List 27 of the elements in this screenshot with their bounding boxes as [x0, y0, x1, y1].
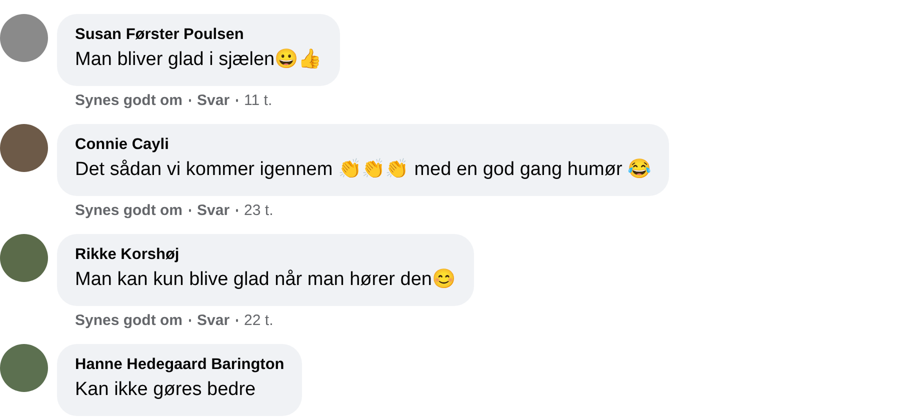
like-link[interactable]: Synes godt om: [75, 92, 183, 109]
comment-text: Man bliver glad i sjælen😀👍: [75, 48, 322, 72]
avatar[interactable]: [0, 124, 48, 172]
comment-time: 11 t.: [244, 92, 272, 109]
comment-time: 22 t.: [244, 312, 274, 329]
comment-text: Det sådan vi kommer igennem 👏👏👏 med en god gang humør 😂: [75, 157, 652, 182]
separator-dot-icon: [188, 319, 192, 322]
separator-dot-icon: [236, 209, 238, 212]
separator-dot-icon: [188, 209, 192, 212]
reply-link[interactable]: Svar: [197, 312, 230, 329]
comment-author[interactable]: Rikke Korshøj: [75, 244, 456, 266]
comment-author[interactable]: Hanne Hedegaard Barington: [75, 354, 284, 376]
separator-dot-icon: [188, 99, 192, 102]
like-link[interactable]: Synes godt om: [75, 202, 183, 219]
comment-text: Man kan kun blive glad når man hører den😊: [75, 268, 456, 292]
comment-text: Kan ikke gøres bedre: [75, 378, 257, 402]
avatar[interactable]: [0, 234, 48, 282]
like-link[interactable]: Synes godt om: [75, 312, 183, 329]
reply-link[interactable]: Svar: [197, 202, 230, 219]
separator-dot-icon: [236, 319, 238, 322]
separator-dot-icon: [236, 99, 238, 102]
reply-link[interactable]: Svar: [197, 92, 230, 109]
avatar[interactable]: [0, 14, 48, 62]
comment-author[interactable]: Susan Førster Poulsen: [75, 24, 322, 46]
comment-time: 23 t.: [244, 202, 274, 219]
avatar[interactable]: [0, 344, 48, 392]
comment-author[interactable]: Connie Cayli: [75, 134, 652, 156]
